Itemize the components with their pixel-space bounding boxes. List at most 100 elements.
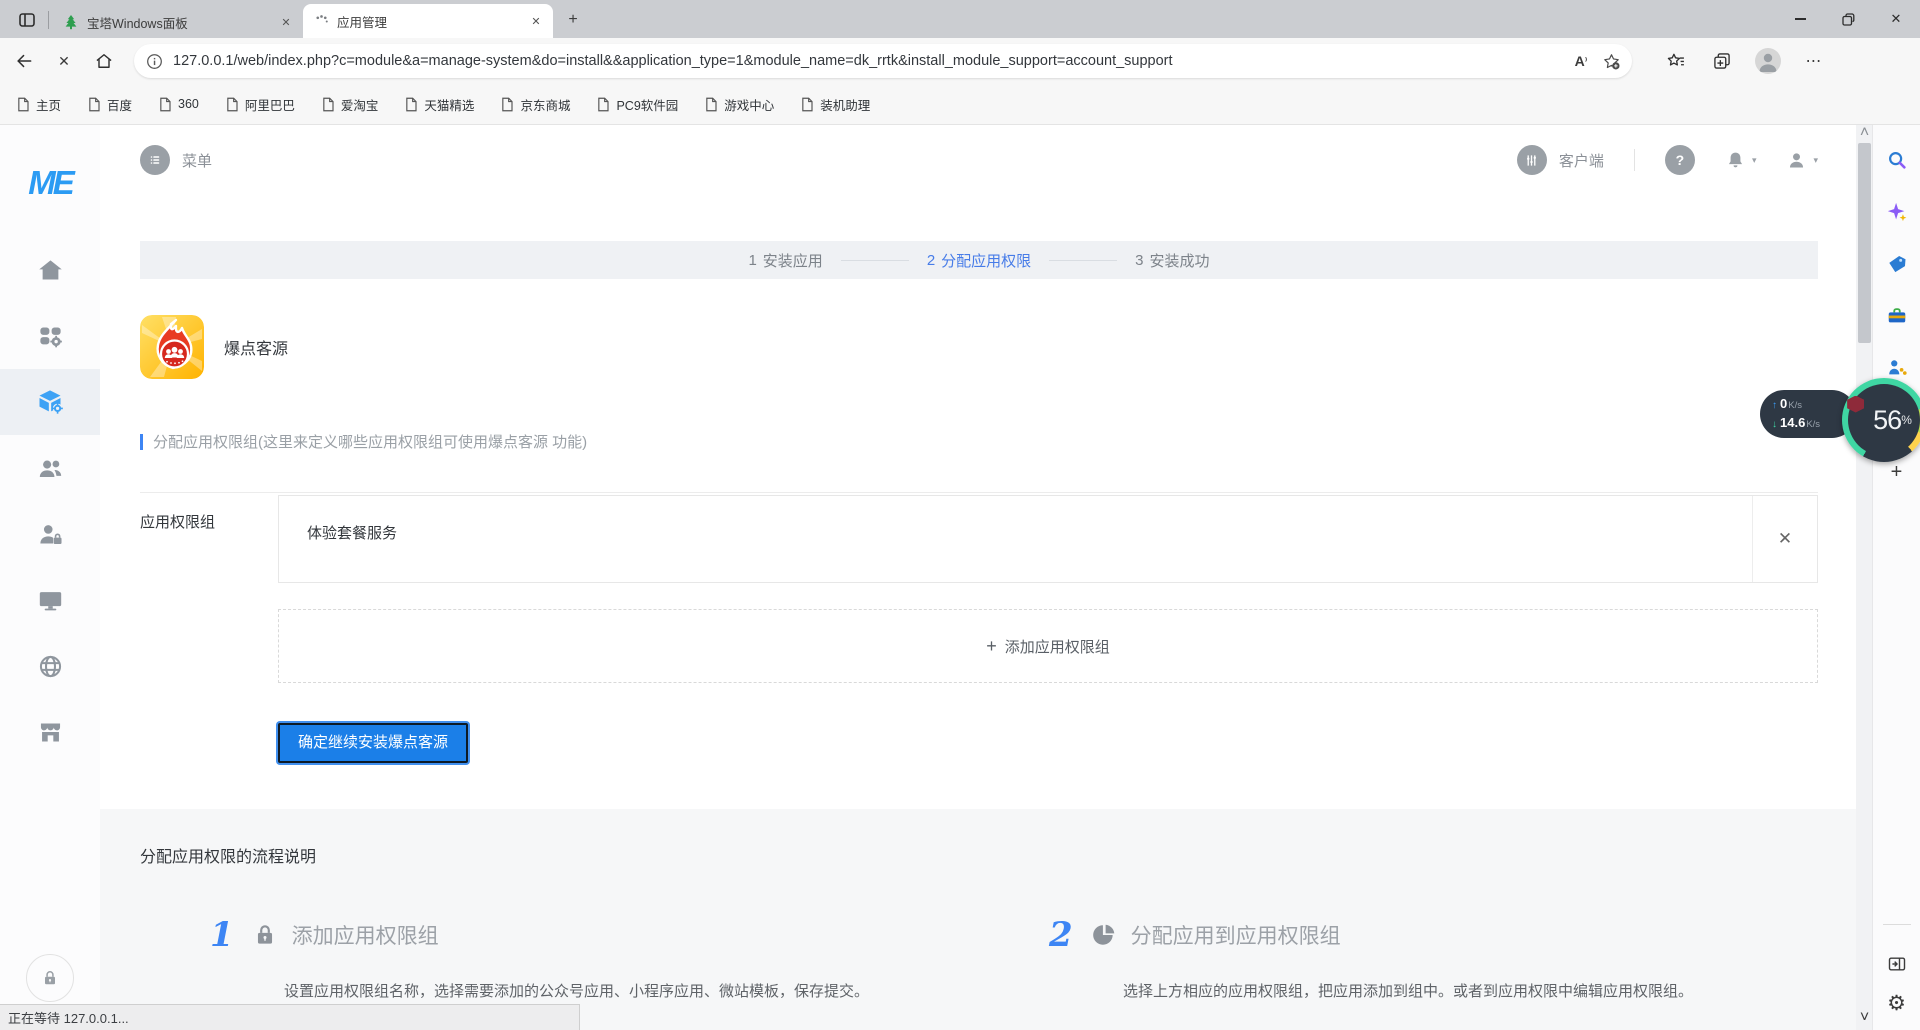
add-favorite-icon[interactable] xyxy=(1596,47,1626,75)
main-content: 菜单 客户端 ? xyxy=(100,125,1856,1030)
collections-icon[interactable] xyxy=(1706,45,1738,77)
minimize-button[interactable] xyxy=(1776,0,1824,38)
usage-percent: 56 % xyxy=(1848,384,1920,456)
bookmark-aitaobao[interactable]: 爱淘宝 xyxy=(321,95,379,114)
edge-copilot-icon[interactable] xyxy=(1880,195,1914,229)
edge-sidebar-bottom: ⚙ xyxy=(1873,924,1920,1030)
guide-step-desc: 设置应用权限组名称，选择需要添加的公众号应用、小程序应用、微站模板，保存提交。 xyxy=(284,981,979,1004)
bell-icon xyxy=(1725,150,1746,171)
tab-strip: 宝塔Windows面板 ✕ 应用管理 ✕ + ✕ xyxy=(0,0,1920,38)
page-icon xyxy=(704,97,718,112)
menu-icon[interactable] xyxy=(140,145,170,175)
notifications-button[interactable]: ▾ xyxy=(1725,150,1757,171)
client-button[interactable]: 客户端 xyxy=(1517,145,1604,175)
chevron-down-icon: ▾ xyxy=(1813,155,1818,166)
tab-close-icon[interactable]: ✕ xyxy=(527,12,545,30)
scroll-down-arrow[interactable]: ˅ xyxy=(1856,1010,1873,1026)
pie-chart-icon xyxy=(1091,922,1117,948)
edge-divider xyxy=(1883,924,1911,925)
caption-accent-bar xyxy=(140,434,143,450)
bookmark-baidu[interactable]: 百度 xyxy=(87,95,132,114)
edge-toolbox-icon[interactable] xyxy=(1880,299,1914,333)
new-tab-button[interactable]: + xyxy=(559,6,587,34)
guide-step-title: 分配应用到应用权限组 xyxy=(1131,920,1341,950)
sidebar-item-monitor[interactable] xyxy=(0,567,100,633)
globe-icon xyxy=(37,653,64,680)
step-install-app: 1安装应用 xyxy=(748,250,822,271)
scrollbar-thumb[interactable] xyxy=(1858,143,1871,343)
settings-more-icon[interactable]: ⋯ xyxy=(1798,45,1830,77)
hexagon-badge xyxy=(1847,396,1864,413)
module-info: 爆点客源 xyxy=(140,315,1856,379)
divider xyxy=(140,492,1818,493)
remove-group-button[interactable]: ✕ xyxy=(1752,496,1817,582)
bookmark-game-center[interactable]: 游戏中心 xyxy=(704,95,774,114)
tab-divider xyxy=(48,11,49,29)
favorites-icon[interactable] xyxy=(1660,45,1692,77)
scroll-up-arrow[interactable]: ˄ xyxy=(1856,125,1873,141)
bookmark-360[interactable]: 360 xyxy=(158,97,199,112)
close-window-button[interactable]: ✕ xyxy=(1872,0,1920,38)
bookmarks-bar: 主页 百度 360 阿里巴巴 爱淘宝 天猫精选 京东商城 PC9软件园 游戏中心… xyxy=(0,84,1920,125)
sidebar-item-home[interactable] xyxy=(0,237,100,303)
guide-step-1: 1 添加应用权限组 设置应用权限组名称，选择需要添加的公众号应用、小程序应用、微… xyxy=(140,915,979,1004)
bookmark-jd[interactable]: 京东商城 xyxy=(500,95,570,114)
edge-shopping-icon[interactable] xyxy=(1880,247,1914,281)
tab-title: 应用管理 xyxy=(337,12,527,31)
page-body: ME xyxy=(0,125,1920,1030)
sidebar-lock[interactable] xyxy=(0,954,100,1002)
address-bar[interactable]: 127.0.0.1/web/index.php?c=module&a=manag… xyxy=(134,44,1632,78)
add-group-button[interactable]: + 添加应用权限组 xyxy=(278,609,1818,683)
url-text[interactable]: 127.0.0.1/web/index.php?c=module&a=manag… xyxy=(173,53,1566,69)
page-icon xyxy=(321,97,335,112)
step-install-success: 3安装成功 xyxy=(1135,250,1209,271)
user-lock-icon xyxy=(37,521,64,548)
speed-monitor-widget[interactable]: ↑ 0K/s ↓ 14.6K/s 56 % xyxy=(1760,378,1920,462)
restore-button[interactable] xyxy=(1824,0,1872,38)
sidebar-item-store[interactable] xyxy=(0,699,100,765)
install-steps: 1安装应用 2分配应用权限 3安装成功 xyxy=(140,241,1818,279)
edge-settings-icon[interactable]: ⚙ xyxy=(1887,991,1906,1016)
sidebar-nav xyxy=(0,237,100,765)
page-scrollbar[interactable]: ˄ ˅ xyxy=(1856,125,1873,1030)
bookmark-alibaba[interactable]: 阿里巴巴 xyxy=(225,95,295,114)
back-button[interactable] xyxy=(8,45,40,77)
monitor-icon xyxy=(37,587,64,614)
nav-right-cluster: ⋯ xyxy=(1646,45,1830,77)
tab-actions-icon[interactable] xyxy=(12,5,42,35)
navigation-bar: ✕ 127.0.0.1/web/index.php?c=module&a=man… xyxy=(0,38,1920,84)
sidebar-item-modules[interactable] xyxy=(0,369,100,435)
sidebar-item-apps[interactable] xyxy=(0,303,100,369)
edge-open-panel-icon[interactable] xyxy=(1880,947,1914,981)
tab-app-manage[interactable]: 应用管理 ✕ xyxy=(303,4,553,38)
bookmark-homepage[interactable]: 主页 xyxy=(16,95,61,114)
page-icon xyxy=(404,97,418,112)
app-logo[interactable]: ME xyxy=(0,143,100,223)
sidebar-item-user-permission[interactable] xyxy=(0,501,100,567)
home-button[interactable] xyxy=(88,45,120,77)
menu-label[interactable]: 菜单 xyxy=(182,150,212,171)
edge-search-icon[interactable] xyxy=(1880,143,1914,177)
group-name: 体验套餐服务 xyxy=(279,496,1752,582)
sidebar-item-users[interactable] xyxy=(0,435,100,501)
module-cube-gear-icon xyxy=(36,388,64,416)
stop-loading-button[interactable]: ✕ xyxy=(48,45,80,77)
bookmark-tmall[interactable]: 天猫精选 xyxy=(404,95,474,114)
bookmark-pc9[interactable]: PC9软件园 xyxy=(596,95,678,114)
tab-close-icon[interactable]: ✕ xyxy=(277,13,295,31)
help-button[interactable]: ? xyxy=(1665,145,1695,175)
profile-avatar[interactable] xyxy=(1752,45,1784,77)
lock-circle-icon xyxy=(26,954,74,1002)
sidebar-item-site[interactable] xyxy=(0,633,100,699)
tab-baota-panel[interactable]: 宝塔Windows面板 ✕ xyxy=(53,6,303,38)
page-icon xyxy=(158,97,172,112)
account-button[interactable]: ▾ xyxy=(1786,150,1818,171)
avatar xyxy=(1755,48,1781,74)
confirm-install-button[interactable]: 确定继续安装爆点客源 xyxy=(278,723,468,763)
bookmark-zhuangji[interactable]: 装机助理 xyxy=(800,95,870,114)
step-assign-permission: 2分配应用权限 xyxy=(927,250,1031,271)
usage-ring: 56 % xyxy=(1842,378,1920,462)
home-icon xyxy=(37,257,64,284)
read-aloud-icon[interactable]: A⁾ xyxy=(1566,47,1596,75)
site-info-icon[interactable] xyxy=(146,53,163,70)
